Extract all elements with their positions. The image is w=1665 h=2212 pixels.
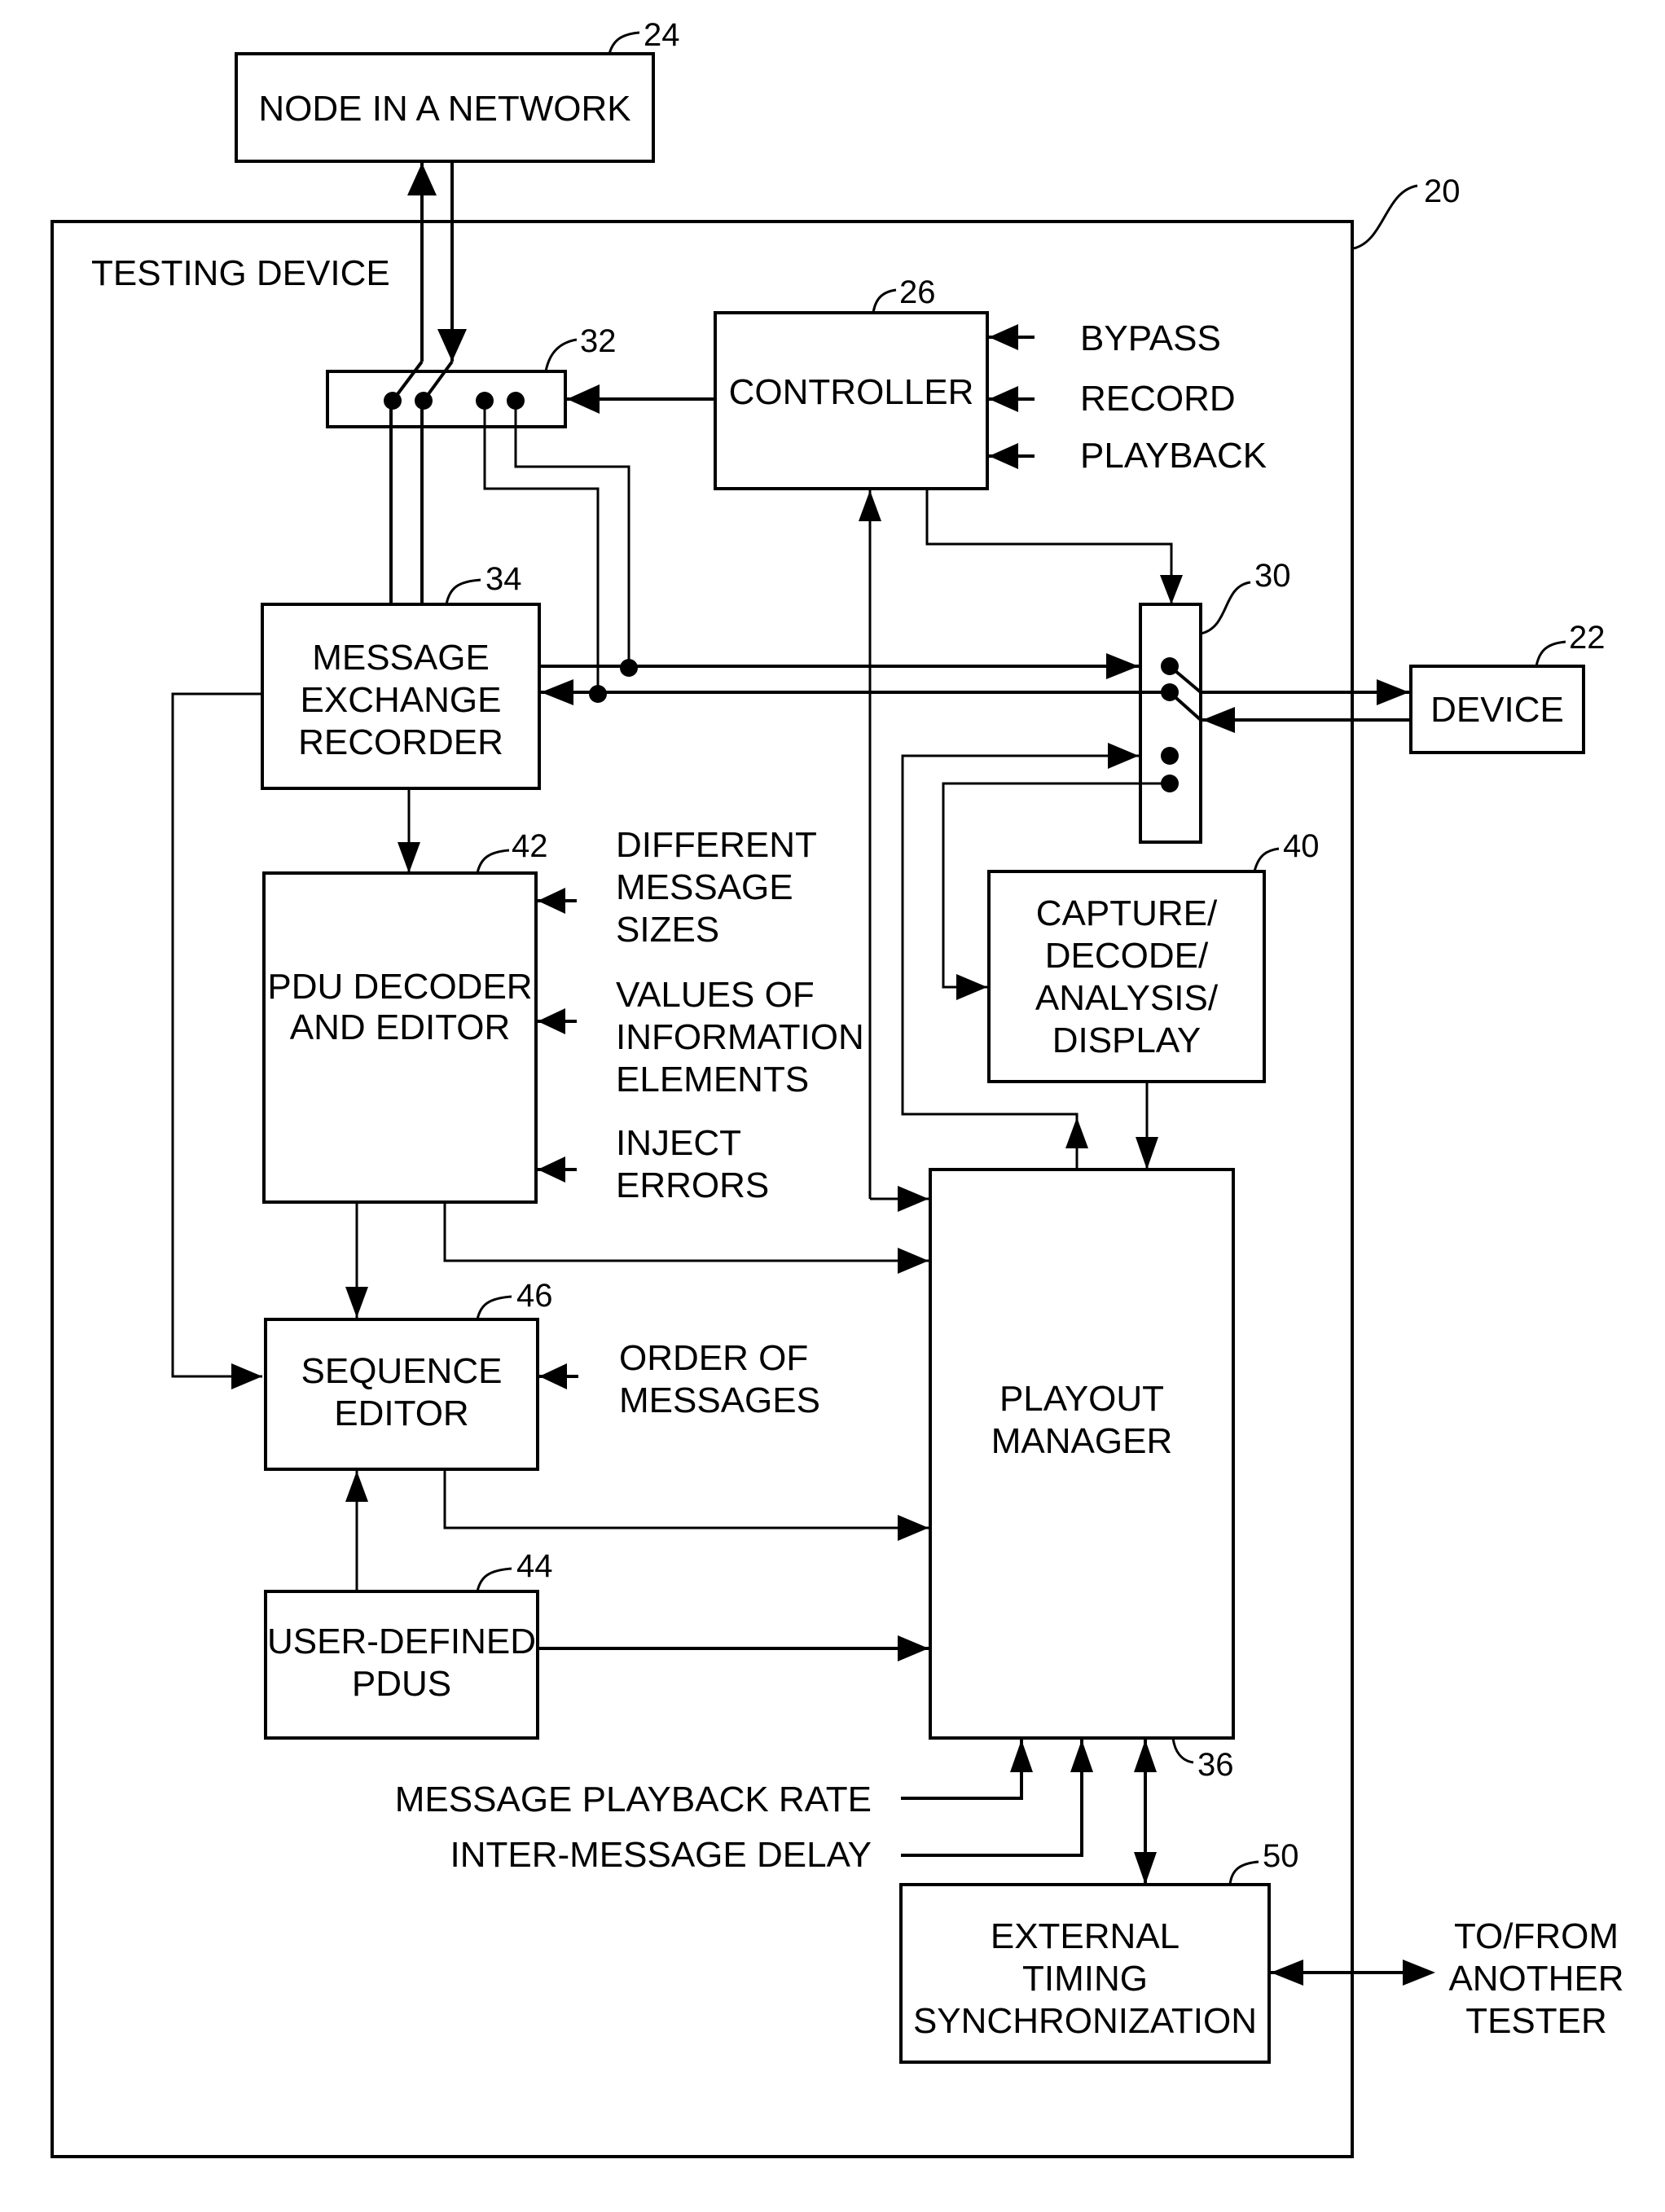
testing-device-label: TESTING DEVICE xyxy=(91,253,390,293)
input-playback: PLAYBACK xyxy=(1080,436,1267,476)
arrow-to-tester xyxy=(1403,1960,1435,1986)
input-record: RECORD xyxy=(1080,379,1236,419)
leader-22 xyxy=(1535,640,1566,667)
ref-40: 40 xyxy=(1283,828,1320,864)
seq-label-2: EDITOR xyxy=(334,1393,468,1433)
ext-label-1: EXTERNAL xyxy=(991,1916,1180,1956)
user-pdus-label-1: USER-DEFINED xyxy=(267,1622,536,1661)
switch-30-contact-3 xyxy=(1161,747,1179,765)
tester-label-3: TESTER xyxy=(1465,2001,1607,2041)
tester-label-2: ANOTHER xyxy=(1448,1959,1623,1999)
switch-30 xyxy=(1139,603,1202,844)
input-sizes-2: MESSAGE xyxy=(616,867,793,907)
ext-label-2: TIMING xyxy=(1022,1959,1148,1999)
input-errors-1: INJECT xyxy=(616,1123,741,1163)
user-pdus-label-2: PDUS xyxy=(352,1664,451,1704)
junction-2 xyxy=(589,685,607,703)
capture-label-2: DECODE/ xyxy=(1045,936,1209,976)
recorder-label-3: RECORDER xyxy=(298,722,503,762)
ref-26: 26 xyxy=(899,274,936,310)
ref-22: 22 xyxy=(1569,620,1606,656)
ref-32: 32 xyxy=(580,323,617,359)
input-inter-delay: INTER-MESSAGE DELAY xyxy=(450,1835,872,1875)
ext-label-3: SYNCHRONIZATION xyxy=(913,2001,1257,2041)
leader-20 xyxy=(1353,184,1418,250)
input-bypass: BYPASS xyxy=(1080,318,1221,358)
arrow-to-device xyxy=(1377,679,1409,705)
capture-label-3: ANALYSIS/ xyxy=(1035,978,1219,1018)
input-sizes-1: DIFFERENT xyxy=(616,825,817,865)
seq-label-1: SEQUENCE xyxy=(301,1351,503,1391)
capture-label-4: DISPLAY xyxy=(1052,1020,1202,1060)
switch-32 xyxy=(326,370,567,428)
input-errors-2: ERRORS xyxy=(616,1165,769,1205)
tester-label-1: TO/FROM xyxy=(1454,1916,1619,1956)
ref-36: 36 xyxy=(1197,1747,1234,1783)
arrow-up-to-node xyxy=(407,163,437,195)
ref-20: 20 xyxy=(1424,173,1461,209)
ref-30: 30 xyxy=(1254,558,1291,594)
recorder-label-1: MESSAGE xyxy=(312,638,490,678)
device-label: DEVICE xyxy=(1430,690,1564,730)
node-label: NODE IN A NETWORK xyxy=(258,89,630,129)
recorder-label-2: EXCHANGE xyxy=(301,680,502,720)
input-order-2: MESSAGES xyxy=(619,1380,820,1420)
ref-24: 24 xyxy=(644,17,680,53)
input-values-1: VALUES OF xyxy=(616,975,815,1015)
ref-44: 44 xyxy=(516,1548,553,1584)
pdu-label-1: PDU DECODER xyxy=(267,967,532,1007)
ref-42: 42 xyxy=(512,828,548,864)
playout-label-1: PLAYOUT xyxy=(999,1379,1164,1419)
input-values-2: INFORMATION xyxy=(616,1017,864,1057)
input-playback-rate: MESSAGE PLAYBACK RATE xyxy=(395,1780,872,1819)
controller-label: CONTROLLER xyxy=(729,372,974,412)
ref-50: 50 xyxy=(1263,1838,1299,1874)
leader-24 xyxy=(608,31,640,55)
input-order-1: ORDER OF xyxy=(619,1338,808,1378)
capture-label-1: CAPTURE/ xyxy=(1036,893,1218,933)
block-diagram: TESTING DEVICE 20 NODE IN A NETWORK 24 3… xyxy=(51,17,1624,2158)
ref-46: 46 xyxy=(516,1278,553,1314)
playout-label-2: MANAGER xyxy=(991,1421,1172,1461)
junction-1 xyxy=(620,659,638,677)
ref-34: 34 xyxy=(485,561,522,597)
input-values-3: ELEMENTS xyxy=(616,1060,809,1099)
input-sizes-3: SIZES xyxy=(616,910,719,950)
pdu-label-2: AND EDITOR xyxy=(290,1007,511,1047)
